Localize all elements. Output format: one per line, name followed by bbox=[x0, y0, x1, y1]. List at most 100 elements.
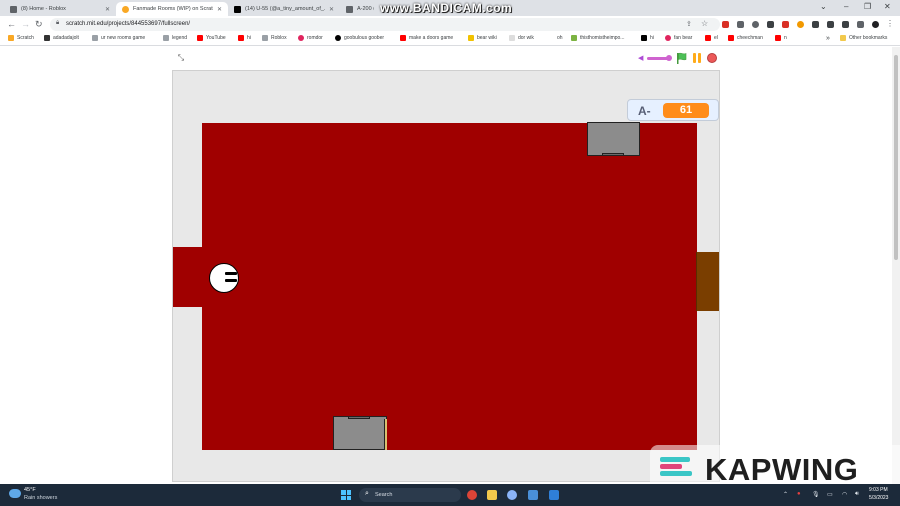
extension-icon[interactable] bbox=[827, 21, 834, 28]
bookmark-item[interactable]: bear wiki bbox=[468, 35, 497, 41]
bookmark-item[interactable]: romdor bbox=[298, 35, 323, 41]
bookmark-favicon-icon bbox=[92, 35, 98, 41]
file-explorer-icon[interactable] bbox=[487, 490, 497, 500]
green-flag-icon[interactable] bbox=[676, 52, 687, 64]
app-icon[interactable] bbox=[528, 490, 538, 500]
address-bar[interactable]: 🔒︎ scratch.mit.edu/projects/844553697/fu… bbox=[50, 18, 720, 31]
tab-close-icon[interactable]: ✕ bbox=[217, 6, 222, 13]
windows-taskbar: 45°F Rain showers ⌕ Search ⌃ ● 🎙︎ ▭ ◠ 🔊︎… bbox=[0, 484, 900, 506]
bookmark-item[interactable]: YouTube bbox=[197, 35, 226, 41]
url-text[interactable]: scratch.mit.edu/projects/844553697/fulls… bbox=[66, 21, 190, 27]
bookmark-item[interactable]: hi bbox=[641, 35, 654, 41]
extension-icon[interactable] bbox=[767, 21, 774, 28]
volume-icon[interactable]: ◀︎ bbox=[638, 54, 643, 62]
bookmark-favicon-icon bbox=[262, 35, 268, 41]
extension-icon[interactable] bbox=[782, 21, 789, 28]
bookmark-item[interactable]: make a doors game bbox=[400, 35, 453, 41]
bookmark-item[interactable]: Roblox bbox=[262, 35, 287, 41]
tab-tiktok[interactable]: (14) U-55 (@a_tiny_amount_of_... ✕ bbox=[228, 2, 340, 16]
extension-icon[interactable] bbox=[797, 21, 804, 28]
profile-avatar[interactable] bbox=[872, 21, 879, 28]
bookmark-item[interactable]: cheechman bbox=[728, 35, 763, 41]
side-panel-icon[interactable] bbox=[857, 21, 864, 28]
clock-time[interactable]: 9:03 PM bbox=[869, 487, 888, 493]
windows-start-button[interactable] bbox=[341, 490, 351, 500]
tab-fanmade-rooms[interactable]: Fanmade Rooms (WIP) on Scratch ✕ bbox=[116, 2, 228, 16]
minimize-icon[interactable]: ⌄ bbox=[820, 2, 827, 11]
bookmark-favicon-icon bbox=[571, 35, 577, 41]
chrome-icon[interactable] bbox=[467, 490, 477, 500]
bookmark-item[interactable]: n bbox=[775, 35, 787, 41]
volume-slider-handle[interactable] bbox=[666, 55, 672, 61]
recorder-watermark: www.BANDICAM.com bbox=[380, 1, 513, 15]
bookmark-favicon-icon bbox=[335, 35, 341, 41]
closet-door-edge bbox=[384, 419, 387, 450]
extension-icon[interactable] bbox=[737, 21, 744, 28]
youtube-icon bbox=[705, 35, 711, 41]
settings-gear-icon[interactable] bbox=[507, 490, 517, 500]
variable-label: A- bbox=[638, 104, 651, 118]
weather-temperature[interactable]: 45°F bbox=[24, 487, 36, 493]
lock-icon[interactable]: 🔒︎ bbox=[56, 20, 59, 27]
menu-kebab-icon[interactable]: ⋮ bbox=[886, 19, 894, 28]
tab-a200[interactable]: A-200 (I... bbox=[340, 2, 380, 16]
closet-handle bbox=[348, 416, 370, 419]
microphone-icon[interactable]: 🎙︎ bbox=[812, 491, 820, 498]
bookmark-favicon-icon bbox=[44, 35, 50, 41]
pause-button[interactable] bbox=[692, 53, 702, 63]
window-minimize-button[interactable]: – bbox=[844, 2, 848, 11]
exit-fullscreen-icon[interactable]: ⤡ bbox=[176, 54, 186, 63]
bookmark-item[interactable]: el bbox=[705, 35, 718, 41]
bookmark-item[interactable]: hi bbox=[238, 35, 251, 41]
back-arrow-icon[interactable]: ← bbox=[7, 19, 16, 29]
bookmarks-overflow-icon[interactable]: » bbox=[826, 35, 830, 42]
app-icon[interactable] bbox=[549, 490, 559, 500]
left-doorway bbox=[173, 247, 204, 307]
other-bookmarks[interactable]: Other bookmarks bbox=[840, 35, 887, 41]
record-icon[interactable]: ● bbox=[797, 491, 801, 497]
window-restore-button[interactable]: ❐ bbox=[864, 2, 871, 11]
bookmark-item[interactable]: ur new rooms game bbox=[92, 35, 145, 41]
search-icon: ⌕ bbox=[365, 490, 369, 497]
bookmark-item[interactable]: thisthomistheimpo... bbox=[571, 35, 624, 41]
share-icon[interactable]: ⇪ bbox=[686, 20, 692, 28]
kapwing-logo-icon bbox=[660, 457, 696, 481]
clock-date[interactable]: 5/3/2023 bbox=[869, 495, 888, 501]
stop-button[interactable] bbox=[707, 53, 717, 63]
tab-close-icon[interactable]: ✕ bbox=[105, 6, 110, 13]
extension-icon[interactable] bbox=[812, 21, 819, 28]
speaker-icon[interactable]: 🔊︎ bbox=[855, 491, 859, 498]
bookmark-item[interactable]: Scratch bbox=[8, 35, 34, 41]
bookmarks-bar: Scratch adadadajolt ur new rooms game le… bbox=[0, 33, 900, 46]
bookmark-item[interactable]: legend bbox=[163, 35, 187, 41]
scratch-stage[interactable] bbox=[172, 70, 720, 482]
bookmark-item[interactable]: goobulous goober bbox=[335, 35, 384, 41]
bookmark-item[interactable]: adadadajolt bbox=[44, 35, 79, 41]
rain-cloud-icon[interactable] bbox=[9, 489, 21, 498]
bookmark-item[interactable]: oh bbox=[548, 35, 563, 41]
tab-close-icon[interactable]: ✕ bbox=[329, 6, 334, 13]
bookmark-item[interactable]: fan bear bbox=[665, 35, 692, 41]
taskbar-search[interactable]: ⌕ Search bbox=[359, 488, 461, 502]
scratch-favicon-icon bbox=[122, 5, 129, 13]
bookmark-item[interactable]: dor wik bbox=[509, 35, 534, 41]
extension-icon[interactable] bbox=[722, 21, 729, 28]
weather-description[interactable]: Rain showers bbox=[24, 495, 57, 501]
reload-icon[interactable]: ↻ bbox=[35, 19, 43, 30]
wifi-icon[interactable]: ◠ bbox=[842, 491, 847, 498]
scrollbar-thumb[interactable] bbox=[894, 55, 898, 260]
youtube-icon bbox=[775, 35, 781, 41]
puzzle-extensions-icon[interactable] bbox=[842, 21, 849, 28]
closet-handle bbox=[602, 153, 624, 156]
chevron-up-icon[interactable]: ⌃ bbox=[783, 491, 788, 498]
bookmark-favicon-icon bbox=[548, 35, 554, 41]
display-icon[interactable]: ▭ bbox=[827, 491, 833, 498]
forward-arrow-icon[interactable]: → bbox=[21, 19, 30, 29]
bookmark-star-icon[interactable]: ☆ bbox=[701, 19, 708, 28]
extension-icon[interactable] bbox=[752, 21, 759, 28]
window-close-button[interactable]: ✕ bbox=[884, 2, 891, 11]
tab-roblox-home[interactable]: (8) Home - Roblox ✕ bbox=[4, 2, 116, 16]
tab-title: (14) U-55 (@a_tiny_amount_of_... bbox=[245, 6, 325, 12]
watermark-text: KAPWING bbox=[705, 452, 859, 487]
youtube-icon bbox=[197, 35, 203, 41]
